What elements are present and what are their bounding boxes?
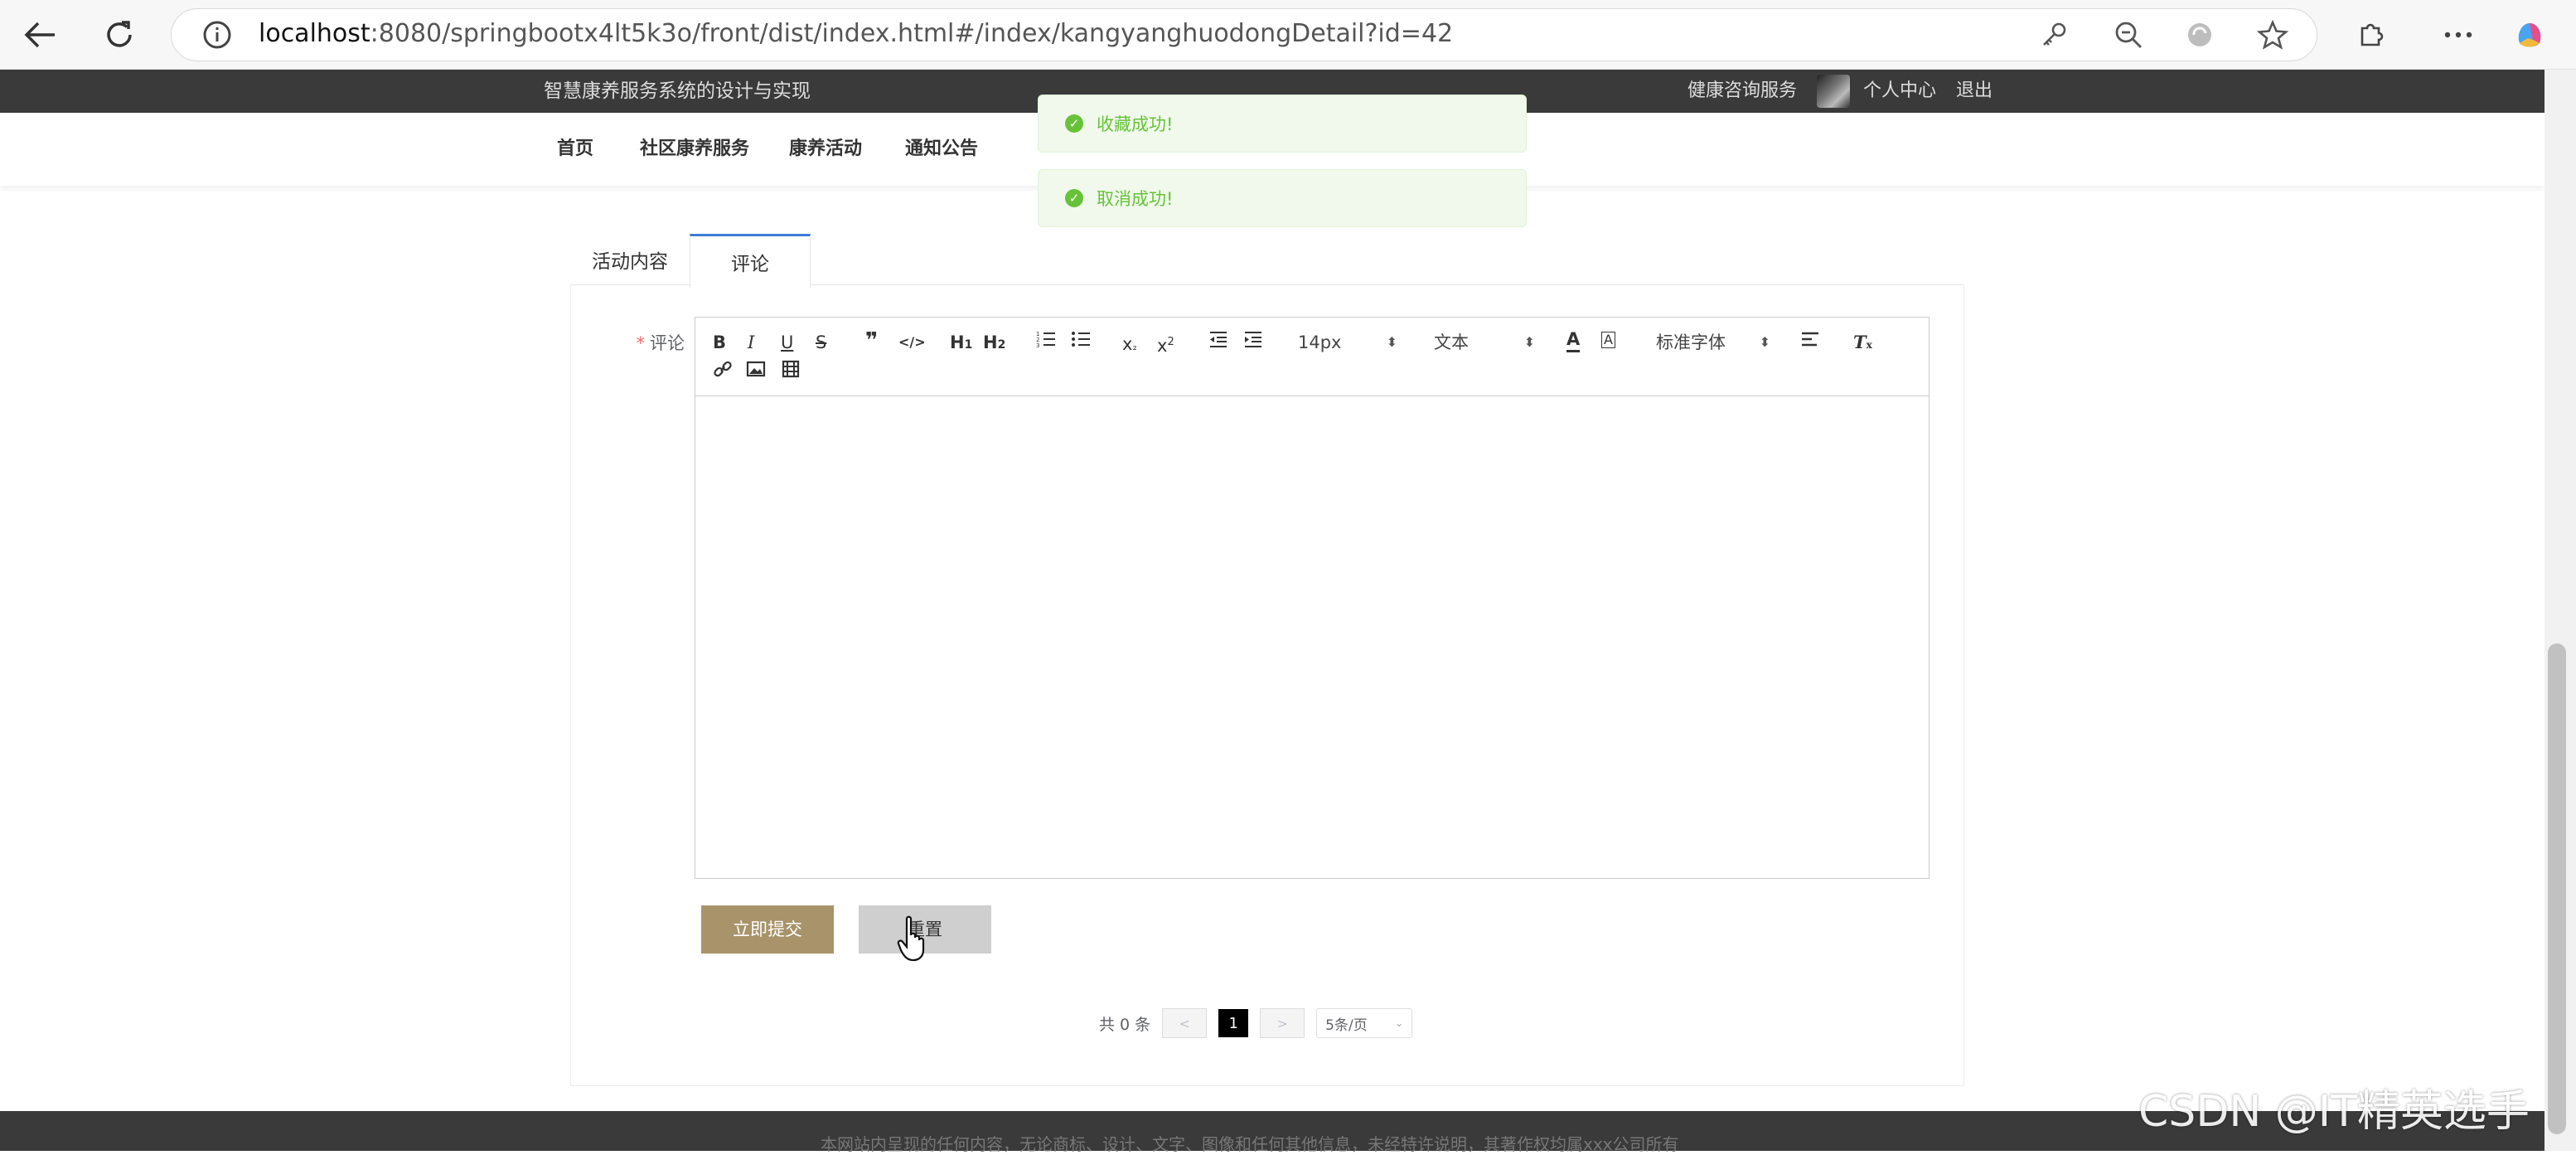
avatar[interactable]	[1817, 75, 1851, 108]
outdent-icon[interactable]	[1208, 330, 1228, 355]
editor-toolbar	[695, 317, 1930, 396]
nav-activities[interactable]: 康养活动	[789, 113, 862, 186]
page-size-select[interactable]: 5条/页 ⌄	[1316, 1008, 1413, 1038]
comment-label: * 评论	[580, 330, 685, 355]
required-mark: *	[636, 333, 646, 353]
extensions-icon[interactable]	[2352, 17, 2389, 53]
success-icon: ✓	[1065, 189, 1083, 207]
current-page[interactable]: 1	[1218, 1009, 1249, 1037]
background-color-icon[interactable]: A	[1601, 332, 1615, 348]
reload-icon[interactable]	[101, 17, 138, 53]
profile-link[interactable]: 个人中心	[1863, 70, 1936, 113]
header-right: 健康咨询服务 个人中心 退出	[1687, 70, 1993, 113]
nav-community-service[interactable]: 社区康养服务	[640, 113, 749, 186]
refresh-app-icon[interactable]	[2181, 17, 2218, 53]
toast-message: 收藏成功!	[1097, 114, 1174, 134]
superscript-icon[interactable]: x2	[1157, 330, 1174, 358]
comment-label-text: 评论	[650, 333, 685, 353]
indent-icon[interactable]	[1243, 330, 1263, 355]
toast-favorite-success: ✓ 收藏成功!	[1038, 95, 1527, 153]
prev-page-button[interactable]: <	[1162, 1008, 1208, 1038]
watermark: CSDN @IT精英选手	[2138, 1087, 2530, 1137]
italic-icon[interactable]: I	[748, 330, 754, 355]
tab-activity-content[interactable]: 活动内容	[580, 234, 680, 285]
toast-cancel-success: ✓ 取消成功!	[1038, 169, 1527, 227]
url-path: :8080/springbootx4lt5k3o/front/dist/inde…	[370, 19, 1454, 48]
zoom-out-icon[interactable]	[2110, 17, 2147, 53]
more-icon[interactable]	[2440, 17, 2477, 53]
success-icon: ✓	[1065, 114, 1083, 133]
select-arrow-icon: ⬍	[1759, 334, 1770, 350]
star-icon[interactable]	[2254, 17, 2291, 53]
hand-cursor-icon	[897, 915, 930, 962]
video-icon[interactable]	[781, 360, 801, 385]
tab-comment[interactable]: 评论	[690, 234, 811, 289]
logout-link[interactable]: 退出	[1956, 70, 1993, 113]
url-host: localhost	[259, 19, 370, 48]
subscript-icon[interactable]: x₂	[1122, 332, 1137, 360]
clear-format-icon[interactable]: Tx	[1853, 330, 1872, 357]
page-size-value: 5条/页	[1325, 1017, 1368, 1034]
bullet-list-icon[interactable]	[1071, 330, 1091, 355]
chevron-down-icon: ⌄	[1395, 1017, 1404, 1029]
h2-icon[interactable]: H2	[983, 330, 1005, 357]
h1-icon[interactable]: H1	[950, 330, 972, 357]
font-family-select[interactable]: 标准字体 ⬍	[1656, 330, 1770, 355]
quote-icon[interactable]: ❞	[865, 328, 878, 353]
font-family-value: 标准字体	[1656, 332, 1726, 352]
font-color-icon[interactable]: A	[1566, 328, 1581, 352]
key-icon[interactable]	[2036, 17, 2072, 53]
header-select-value: 文本	[1434, 332, 1469, 352]
submit-button[interactable]: 立即提交	[701, 905, 834, 954]
svg-text:3: 3	[1036, 342, 1039, 348]
pagination: 共 0 条 < 1 > 5条/页 ⌄	[1099, 1007, 1413, 1040]
next-page-button[interactable]: >	[1260, 1008, 1305, 1038]
select-arrow-icon: ⬍	[1386, 334, 1397, 350]
image-icon[interactable]	[746, 360, 766, 385]
pagination-total: 共 0 条	[1099, 1015, 1151, 1034]
back-icon[interactable]	[22, 17, 58, 53]
font-size-select[interactable]: 14px ⬍	[1298, 330, 1397, 355]
scrollbar-thumb[interactable]	[2548, 643, 2566, 1134]
select-arrow-icon: ⬍	[1523, 334, 1535, 350]
nav-notices[interactable]: 通知公告	[905, 113, 978, 186]
toast-message: 取消成功!	[1097, 189, 1174, 209]
comment-editor[interactable]	[695, 317, 1930, 879]
align-icon[interactable]	[1800, 330, 1820, 355]
header-select[interactable]: 文本 ⬍	[1434, 330, 1535, 355]
strike-icon[interactable]: S	[816, 330, 826, 355]
font-size-value: 14px	[1298, 332, 1342, 352]
health-consult-link[interactable]: 健康咨询服务	[1687, 70, 1797, 113]
bold-icon[interactable]: B	[713, 330, 726, 355]
footer-text: 本网站内呈现的任何内容，无论商标、设计、文字、图像和任何其他信息，未经特许说明，…	[821, 1134, 1679, 1154]
nav-home[interactable]: 首页	[557, 113, 593, 186]
ordered-list-icon[interactable]: 123	[1036, 330, 1056, 355]
underline-icon[interactable]: U	[781, 330, 793, 355]
code-icon[interactable]: </>	[898, 330, 926, 355]
info-icon[interactable]	[199, 17, 235, 53]
site-title: 智慧康养服务系统的设计与实现	[544, 80, 811, 102]
copilot-icon[interactable]	[2511, 17, 2548, 53]
url-text[interactable]: localhost:8080/springbootx4lt5k3o/front/…	[259, 15, 1453, 53]
link-icon[interactable]	[713, 360, 733, 385]
